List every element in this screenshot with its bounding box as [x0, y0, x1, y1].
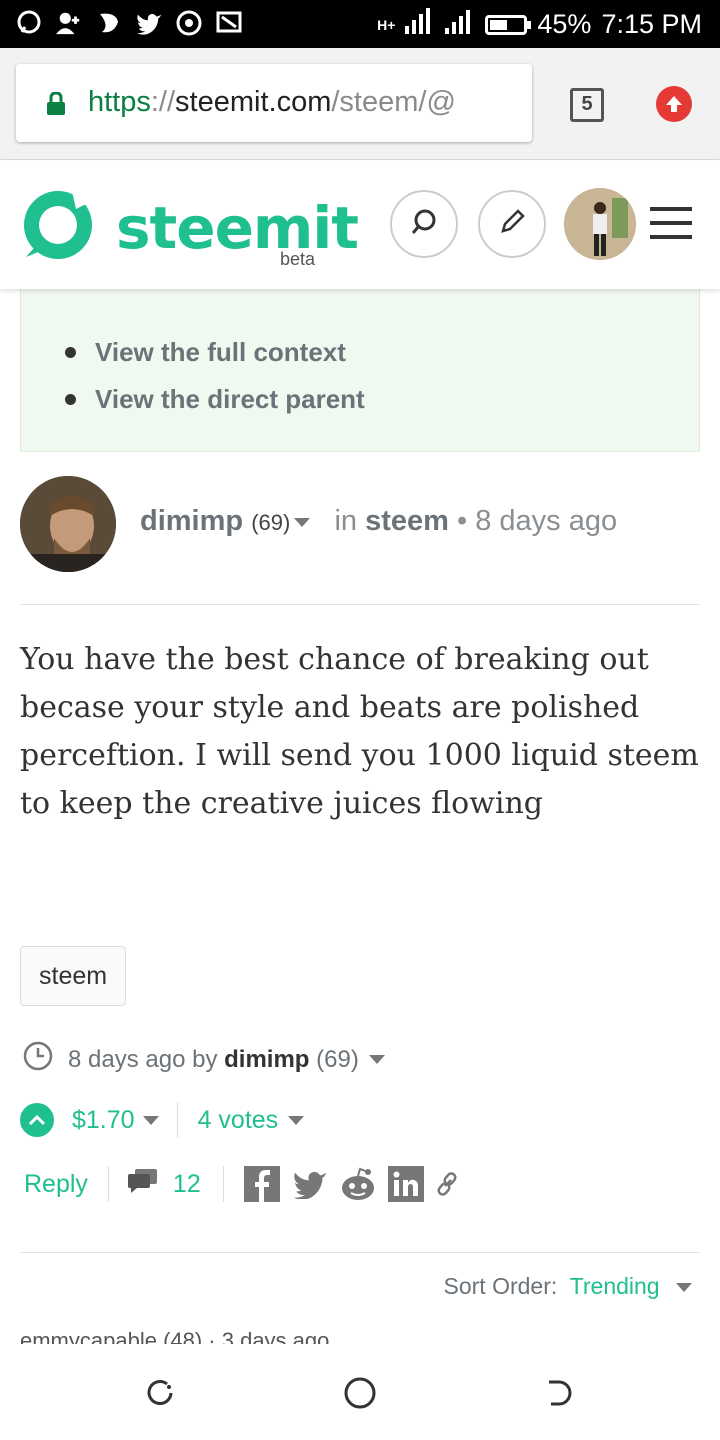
dot-separator: • — [457, 505, 468, 537]
clock-icon — [22, 1040, 54, 1079]
author-dropdown-caret-icon[interactable] — [294, 517, 311, 527]
system-nav-bar — [0, 1344, 720, 1440]
reply-button[interactable]: Reply — [24, 1170, 88, 1199]
home-icon[interactable] — [343, 1376, 377, 1415]
post-age: 8 days ago — [475, 505, 618, 537]
recent-apps-icon[interactable] — [145, 1378, 175, 1413]
votes-count[interactable]: 4 votes — [198, 1106, 279, 1135]
comment-body: You have the best chance of breaking out… — [20, 642, 699, 821]
url-host: steemit.com — [175, 86, 332, 118]
beta-label: beta — [280, 249, 316, 269]
category-link[interactable]: steem — [365, 505, 449, 537]
sort-dropdown[interactable]: Trending — [570, 1273, 660, 1299]
comment-count[interactable]: 12 — [173, 1170, 201, 1199]
payout-value[interactable]: $1.70 — [72, 1106, 135, 1135]
tab-switcher-button[interactable]: 5 — [570, 88, 604, 122]
battery-icon — [485, 14, 532, 35]
search-icon — [410, 208, 438, 241]
divider — [222, 1166, 224, 1202]
meta-dropdown-caret-icon[interactable] — [368, 1055, 385, 1064]
url-scheme: https — [88, 86, 151, 118]
signal-2-icon — [445, 8, 475, 41]
user-avatar[interactable] — [564, 188, 636, 260]
lock-icon — [46, 91, 66, 121]
browser-toolbar: https://steemit.com/steem/@ 5 — [0, 48, 720, 160]
cast-icon — [216, 10, 242, 36]
divider — [107, 1166, 109, 1202]
steemit-logo-icon[interactable] — [20, 187, 96, 268]
author-avatar[interactable] — [20, 476, 116, 572]
app-notification-icon — [96, 10, 122, 36]
in-label: in — [334, 505, 358, 537]
sort-caret-icon[interactable] — [676, 1283, 692, 1293]
twitter-notification-icon — [136, 10, 162, 36]
back-icon[interactable] — [545, 1378, 575, 1413]
address-bar[interactable]: https://steemit.com/steem/@ — [16, 64, 532, 142]
pencil-icon — [498, 208, 526, 241]
action-row: Reply 12 — [24, 1166, 470, 1202]
reddit-icon[interactable] — [340, 1167, 376, 1201]
signal-icon — [405, 8, 435, 41]
author-name[interactable]: dimimp — [140, 505, 243, 537]
next-comment-preview[interactable]: emmycapable (48) · 3 days ago — [20, 1328, 700, 1344]
update-icon[interactable] — [656, 86, 692, 122]
brand-name[interactable]: steemit — [116, 194, 359, 262]
view-full-context-link[interactable]: View the full context — [65, 337, 365, 368]
facebook-icon[interactable] — [243, 1166, 280, 1202]
author-reputation: (69) — [251, 510, 291, 535]
chrome-notification-icon — [176, 10, 202, 36]
write-post-button[interactable] — [478, 190, 546, 258]
tag-pill[interactable]: steem — [20, 946, 127, 1006]
view-direct-parent-link[interactable]: View the direct parent — [65, 384, 365, 415]
messenger-icon — [16, 10, 42, 36]
divider — [20, 604, 700, 605]
add-contact-icon — [56, 10, 82, 36]
url-separator: :// — [150, 86, 176, 118]
post-author-line: dimimp (69) in steem • 8 days ago — [140, 505, 617, 538]
meta-age: 8 days ago by — [68, 1045, 218, 1073]
meta-author[interactable]: dimimp — [224, 1046, 309, 1074]
url-text: https://steemit.com/steem/@ — [88, 86, 456, 119]
menu-icon[interactable] — [650, 207, 692, 249]
vote-row: $1.70 4 votes — [20, 1102, 305, 1138]
status-bar: H+ 45% 7:15 PM — [0, 0, 720, 48]
post-meta: 8 days ago by dimimp (69) — [22, 1040, 385, 1079]
sort-label: Sort Order: — [443, 1273, 558, 1299]
search-button[interactable] — [390, 190, 458, 258]
network-type: H+ — [377, 16, 396, 33]
payout-caret-icon[interactable] — [142, 1115, 159, 1125]
sort-order: Sort Order: Trending — [444, 1273, 692, 1300]
twitter-icon[interactable] — [292, 1169, 328, 1199]
permalink-icon[interactable] — [436, 1171, 458, 1197]
clock: 7:15 PM — [601, 9, 702, 39]
comment-icon[interactable] — [127, 1168, 159, 1201]
battery-percent: 45% — [537, 9, 592, 39]
linkedin-icon[interactable] — [387, 1166, 424, 1202]
site-header: steemit beta — [0, 161, 720, 289]
votes-caret-icon[interactable] — [288, 1115, 305, 1125]
url-path: /steem/@ — [331, 86, 456, 118]
divider — [176, 1102, 178, 1138]
meta-reputation: (69) — [316, 1045, 359, 1073]
divider — [20, 1252, 700, 1253]
upvote-icon[interactable] — [20, 1103, 54, 1137]
